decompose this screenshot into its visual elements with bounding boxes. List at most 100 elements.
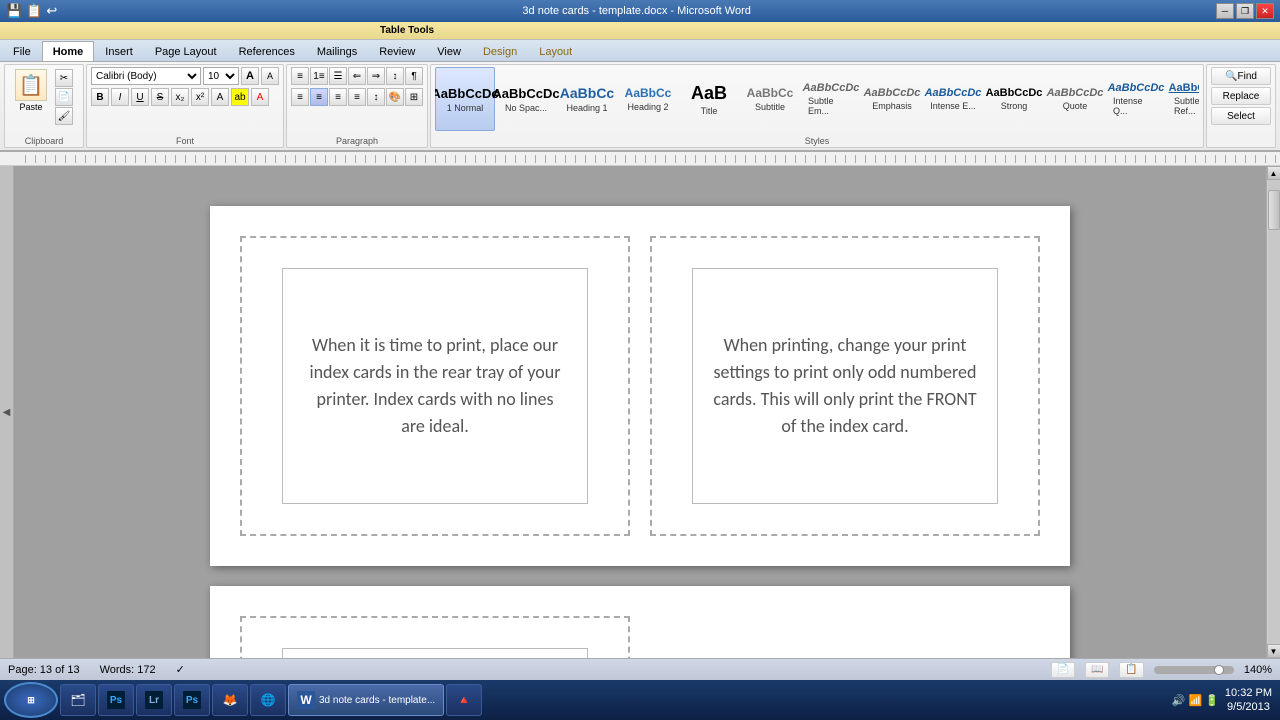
- taskbar-chrome[interactable]: 🌐: [250, 684, 286, 716]
- align-left-button[interactable]: ≡: [291, 88, 309, 106]
- tab-home[interactable]: Home: [42, 41, 95, 61]
- tab-layout[interactable]: Layout: [528, 41, 583, 61]
- taskbar-photoshop[interactable]: Ps: [98, 684, 134, 716]
- increase-indent-button[interactable]: ⇒: [367, 67, 385, 85]
- style-no-spacing[interactable]: AaBbCcDc No Spac...: [496, 67, 556, 131]
- style-quote[interactable]: AaBbCcDc Quote: [1045, 67, 1105, 131]
- ruler-line: [25, 155, 1280, 163]
- tab-mailings[interactable]: Mailings: [306, 41, 368, 61]
- table-tools-label: Table Tools: [380, 25, 434, 36]
- style-subtitle[interactable]: AaBbCc Subtitle: [740, 67, 800, 131]
- subscript-button[interactable]: x₂: [171, 88, 189, 106]
- style-intense-q[interactable]: AaBbCcDc Intense Q...: [1106, 67, 1166, 131]
- superscript-button[interactable]: x²: [191, 88, 209, 106]
- numbering-button[interactable]: 1≡: [310, 67, 328, 85]
- start-button[interactable]: ⊞: [4, 682, 58, 718]
- vertical-scrollbar[interactable]: ▲ ▼: [1266, 166, 1280, 658]
- tab-file[interactable]: File: [2, 41, 42, 61]
- show-marks-button[interactable]: ¶: [405, 67, 423, 85]
- text-effects-button[interactable]: A: [211, 88, 229, 106]
- style-strong[interactable]: AaBbCcDc Strong: [984, 67, 1044, 131]
- shading-button[interactable]: 🎨: [386, 88, 404, 106]
- vlc-icon: 🔺: [455, 691, 473, 709]
- font-label: Font: [87, 136, 283, 146]
- tab-review[interactable]: Review: [368, 41, 426, 61]
- tab-view[interactable]: View: [426, 41, 472, 61]
- bold-button[interactable]: B: [91, 88, 109, 106]
- view-normal-button[interactable]: 📄: [1051, 662, 1075, 678]
- card-cell-3: When that is done printing, take the sta…: [230, 606, 640, 658]
- taskbar-lightroom[interactable]: Lr: [136, 684, 172, 716]
- tab-references[interactable]: References: [228, 41, 306, 61]
- find-button[interactable]: 🔍 Find: [1211, 67, 1271, 85]
- spell-check-icon[interactable]: ✓: [176, 663, 185, 676]
- justify-button[interactable]: ≡: [348, 88, 366, 106]
- style-emphasis[interactable]: AaBbCcDc Emphasis: [862, 67, 922, 131]
- style-heading2[interactable]: AaBbCc Heading 2: [618, 67, 678, 131]
- line-spacing-button[interactable]: ↕: [367, 88, 385, 106]
- taskbar-ps2[interactable]: Ps: [174, 684, 210, 716]
- shrink-font-button[interactable]: A: [261, 67, 279, 85]
- paste-icon[interactable]: 📋: [15, 69, 47, 101]
- scroll-down-button[interactable]: ▼: [1267, 644, 1280, 658]
- index-card-2[interactable]: When printing, change your print setting…: [650, 236, 1040, 536]
- cut-button[interactable]: ✂: [55, 69, 73, 87]
- status-right: 📄 📖 📋 140%: [1051, 662, 1273, 678]
- align-center-button[interactable]: ≡: [310, 88, 328, 106]
- view-reading-button[interactable]: 📖: [1085, 662, 1109, 678]
- view-page-button[interactable]: 📋: [1119, 662, 1143, 678]
- style-subtle-em[interactable]: AaBbCcDc Subtle Em...: [801, 67, 861, 131]
- borders-button[interactable]: ⊞: [405, 88, 423, 106]
- style-title[interactable]: AaB Title: [679, 67, 739, 131]
- zoom-thumb[interactable]: [1214, 665, 1224, 675]
- tab-page-layout[interactable]: Page Layout: [144, 41, 228, 61]
- index-card-1[interactable]: When it is time to print, place our inde…: [240, 236, 630, 536]
- multilevel-list-button[interactable]: ☰: [329, 67, 347, 85]
- style-intense-e[interactable]: AaBbCcDc Intense E...: [923, 67, 983, 131]
- taskbar-explorer[interactable]: 🗂: [60, 684, 96, 716]
- tab-design[interactable]: Design: [472, 41, 528, 61]
- minimize-button[interactable]: ─: [1216, 3, 1234, 19]
- bullets-button[interactable]: ≡: [291, 67, 309, 85]
- taskbar-word[interactable]: W 3d note cards - template...: [288, 684, 444, 716]
- italic-button[interactable]: I: [111, 88, 129, 106]
- style-heading1[interactable]: AaBbCc Heading 1: [557, 67, 617, 131]
- highlight-button[interactable]: ab: [231, 88, 249, 106]
- taskbar-firefox[interactable]: 🦊: [212, 684, 248, 716]
- left-sidebar-toggle[interactable]: ◀: [0, 166, 14, 658]
- style-subtle-ref[interactable]: AaBbCcDc Subtle Ref...: [1167, 67, 1199, 131]
- font-group: Calibri (Body) 10 A A B I U S x₂ x² A ab…: [86, 64, 284, 148]
- align-right-button[interactable]: ≡: [329, 88, 347, 106]
- strikethrough-button[interactable]: S: [151, 88, 169, 106]
- underline-button[interactable]: U: [131, 88, 149, 106]
- window-controls[interactable]: ─ ❐ ✕: [1216, 3, 1274, 19]
- sort-button[interactable]: ↕: [386, 67, 404, 85]
- font-name-select[interactable]: Calibri (Body): [91, 67, 201, 85]
- scroll-up-button[interactable]: ▲: [1267, 166, 1280, 180]
- word-icon: W: [297, 691, 315, 709]
- close-button[interactable]: ✕: [1256, 3, 1274, 19]
- ruler: [0, 152, 1280, 166]
- format-painter-button[interactable]: 🖌: [55, 107, 73, 125]
- copy-button[interactable]: 📄: [55, 88, 73, 106]
- ribbon-tabs: File Home Insert Page Layout References …: [0, 40, 1280, 62]
- zoom-slider[interactable]: [1154, 666, 1234, 674]
- font-color-button[interactable]: A: [251, 88, 269, 106]
- restore-button[interactable]: ❐: [1236, 3, 1254, 19]
- decrease-indent-button[interactable]: ⇐: [348, 67, 366, 85]
- paste-area: 📋 Paste: [9, 67, 53, 126]
- clipboard-label: Clipboard: [5, 136, 83, 146]
- index-card-3[interactable]: When that is done printing, take the sta…: [240, 616, 630, 658]
- font-size-select[interactable]: 10: [203, 67, 239, 85]
- grow-font-button[interactable]: A: [241, 67, 259, 85]
- taskbar-vlc[interactable]: 🔺: [446, 684, 482, 716]
- styles-label: Styles: [431, 136, 1203, 146]
- scroll-thumb[interactable]: [1268, 190, 1280, 230]
- replace-button[interactable]: Replace: [1211, 87, 1271, 105]
- select-button[interactable]: Select: [1211, 107, 1271, 125]
- tab-insert[interactable]: Insert: [94, 41, 144, 61]
- style-normal[interactable]: AaBbCcDc 1 Normal: [435, 67, 495, 131]
- page-indicator: Page: 13 of 13: [8, 664, 80, 676]
- scroll-track: [1268, 180, 1280, 644]
- paste-label: Paste: [19, 102, 42, 112]
